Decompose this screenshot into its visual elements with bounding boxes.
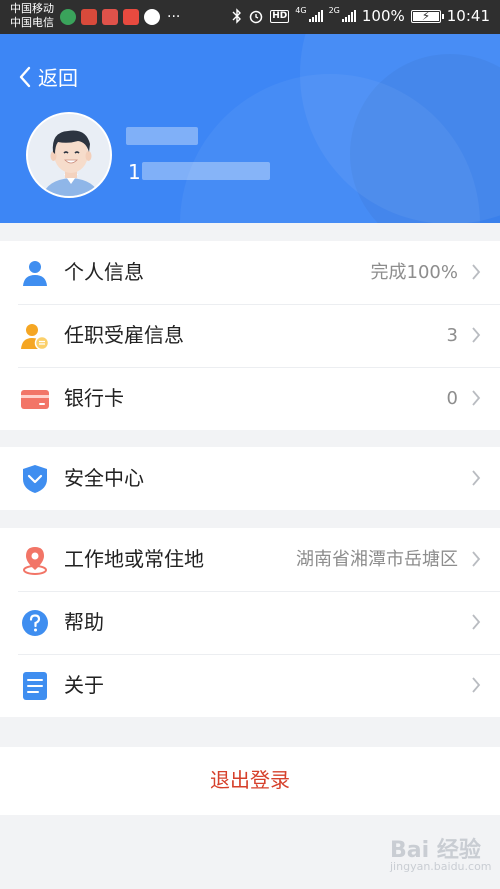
menu-item-label: 安全中心: [64, 466, 144, 490]
menu-item-label: 帮助: [64, 610, 104, 634]
help-icon: [22, 610, 48, 636]
signal-bars-icon: [308, 10, 323, 22]
phone-number: 1: [128, 160, 141, 184]
app-notification-icon: [81, 9, 97, 25]
menu-item-value: 湖南省湘潭市岳塘区: [296, 549, 458, 570]
divider: [18, 304, 500, 305]
profile-header: 返回 1: [0, 34, 500, 223]
app-notification-icon: [123, 9, 139, 25]
screen: 中国移动 中国电信 ··· HD 4G 2G 100% ⚡ 10:41 返回 1…: [0, 0, 500, 889]
document-icon: [23, 672, 47, 700]
chevron-right-icon: [472, 470, 481, 486]
menu-item-personal-info[interactable]: 个人信息 完成100%: [0, 241, 500, 304]
info-group-1: 个人信息 完成100% 任职受雇信息 3 银行卡 0: [0, 241, 500, 430]
status-bar: 中国移动 中国电信 ··· HD 4G 2G 100% ⚡ 10:41: [0, 0, 500, 34]
menu-item-label: 工作地或常住地: [64, 547, 204, 571]
menu-item-label: 个人信息: [64, 260, 144, 284]
battery-icon: ⚡: [410, 9, 444, 23]
info-group-3: 工作地或常住地 湖南省湘潭市岳塘区 帮助 关于: [0, 528, 500, 717]
menu-item-value: 完成100%: [370, 262, 458, 283]
person-icon: [23, 261, 47, 286]
divider: [18, 367, 500, 368]
chevron-right-icon: [472, 614, 481, 630]
status-right: HD 4G 2G 100% ⚡ 10:41: [232, 7, 490, 25]
menu-item-value: 0: [446, 388, 458, 409]
battery-percent: 100%: [361, 7, 405, 25]
user-name-redacted: [126, 127, 198, 145]
chevron-right-icon: [472, 327, 481, 343]
app-notification-icon: [102, 9, 118, 25]
baidu-watermark: Bai 经验 jingyan.baidu.com: [390, 832, 492, 873]
chevron-right-icon: [472, 390, 481, 406]
back-button[interactable]: 返回: [18, 62, 78, 91]
clock: 10:41: [446, 7, 490, 25]
menu-item-bank-card[interactable]: 银行卡 0: [0, 367, 500, 430]
notification-icons: ···: [60, 9, 180, 25]
employment-icon: [21, 324, 50, 351]
phone-number-redacted: [142, 162, 270, 180]
chevron-right-icon: [472, 677, 481, 693]
back-label: 返回: [38, 66, 78, 90]
bluetooth-icon: [232, 8, 242, 24]
avatar[interactable]: [26, 112, 112, 198]
menu-item-security-center[interactable]: 安全中心: [0, 447, 500, 510]
menu-item-work-location[interactable]: 工作地或常住地 湖南省湘潭市岳塘区: [0, 528, 500, 591]
divider: [18, 654, 500, 655]
shield-icon: [23, 465, 47, 493]
network-type-2: 2G: [328, 6, 340, 15]
app-notification-icon: [60, 9, 76, 25]
info-group-2: 安全中心: [0, 447, 500, 510]
menu-item-label: 任职受雇信息: [64, 323, 184, 347]
menu-item-label: 关于: [64, 673, 104, 697]
more-notifications: ···: [167, 9, 181, 25]
alarm-icon: [250, 10, 263, 24]
menu-item-help[interactable]: 帮助: [0, 591, 500, 654]
menu-item-about[interactable]: 关于: [0, 654, 500, 717]
watermark-sub: jingyan.baidu.com: [390, 860, 492, 873]
hd-icon: HD: [270, 9, 290, 23]
menu-item-value: 3: [446, 325, 458, 346]
carrier-2: 中国电信: [10, 16, 54, 29]
menu-item-label: 银行卡: [64, 386, 124, 410]
logout-button[interactable]: 退出登录: [0, 766, 500, 794]
maps-notification-icon: [144, 9, 160, 25]
divider: [18, 591, 500, 592]
chevron-right-icon: [472, 264, 481, 280]
network-type-1: 4G: [295, 6, 307, 15]
menu-item-employment-info[interactable]: 任职受雇信息 3: [0, 304, 500, 367]
chevron-right-icon: [472, 551, 481, 567]
signal-bars-icon: [341, 10, 356, 22]
logout-section: 退出登录: [0, 747, 500, 815]
user-avatar-icon: [28, 114, 110, 196]
carrier-info: 中国移动 中国电信: [10, 2, 54, 30]
carrier-1: 中国移动: [10, 2, 54, 15]
location-pin-icon: [23, 547, 47, 575]
bank-card-icon: [21, 390, 49, 409]
chevron-left-icon: [19, 66, 31, 87]
